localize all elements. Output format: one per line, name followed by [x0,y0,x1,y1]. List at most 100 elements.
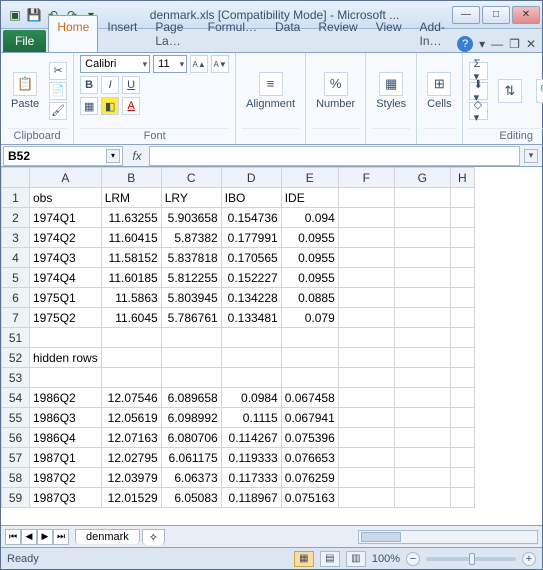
cell[interactable] [338,268,394,288]
cell[interactable] [450,208,474,228]
cell[interactable]: 0.119333 [221,448,281,468]
cell[interactable] [30,368,102,388]
row-header-5[interactable]: 5 [2,268,30,288]
sheet-nav-button-0[interactable]: ⏮ [5,529,21,545]
cell[interactable]: IBO [221,188,281,208]
help-icon[interactable]: ? [457,36,473,52]
cell[interactable]: 0.177991 [221,228,281,248]
cell[interactable] [338,348,394,368]
cell[interactable] [101,328,161,348]
format-painter-button[interactable]: 🖌 [49,102,67,120]
cell[interactable]: 5.786761 [161,308,221,328]
italic-button[interactable]: I [101,76,119,94]
cell[interactable] [338,448,394,468]
ribbon-tab-review[interactable]: Review [309,15,366,52]
cell[interactable] [101,348,161,368]
cell[interactable]: 1974Q1 [30,208,102,228]
row-header-6[interactable]: 6 [2,288,30,308]
name-box-dropdown-icon[interactable]: ▾ [106,149,120,163]
cell[interactable] [450,248,474,268]
cell[interactable]: 12.05619 [101,408,161,428]
cell[interactable] [450,308,474,328]
cell[interactable] [450,328,474,348]
cell[interactable]: 6.061175 [161,448,221,468]
number-button[interactable]: %Number [312,70,359,112]
cell[interactable] [338,188,394,208]
cell[interactable]: 0.079 [281,308,338,328]
cell[interactable]: 0.0955 [281,248,338,268]
view-normal-button[interactable]: ▦ [294,551,314,567]
cell[interactable]: 6.089658 [161,388,221,408]
cell[interactable]: 1986Q3 [30,408,102,428]
cell[interactable]: 0.0984 [221,388,281,408]
row-header-53[interactable]: 53 [2,368,30,388]
row-header-1[interactable]: 1 [2,188,30,208]
cell[interactable]: 12.03979 [101,468,161,488]
shrink-font-button[interactable]: A▼ [211,55,229,73]
column-header-G[interactable]: G [394,168,450,188]
cell[interactable]: 11.58152 [101,248,161,268]
cell[interactable]: 1975Q1 [30,288,102,308]
cell[interactable] [450,368,474,388]
cell[interactable]: 5.903658 [161,208,221,228]
cell[interactable]: 11.6045 [101,308,161,328]
cell[interactable]: 5.87382 [161,228,221,248]
cell[interactable] [394,248,450,268]
cell[interactable]: 5.837818 [161,248,221,268]
cell[interactable] [450,348,474,368]
mdi-restore-icon[interactable]: ❐ [509,37,520,51]
styles-button[interactable]: ▦Styles [372,70,410,112]
new-sheet-button[interactable]: ✧ [142,529,165,545]
cell[interactable] [394,348,450,368]
cell[interactable] [394,328,450,348]
ribbon-minimize-icon[interactable]: ▾ [479,37,485,51]
cell[interactable] [338,388,394,408]
cell[interactable] [394,448,450,468]
cell[interactable] [450,268,474,288]
cell[interactable]: 0.152227 [221,268,281,288]
save-icon[interactable]: 💾 [26,7,42,23]
sort-filter-button[interactable]: ⇅ [494,77,526,105]
cell[interactable]: 0.067458 [281,388,338,408]
font-size-select[interactable]: 11 [153,55,187,73]
cell[interactable] [221,348,281,368]
cell[interactable] [394,268,450,288]
cell[interactable]: 1974Q4 [30,268,102,288]
cell[interactable]: 0.133481 [221,308,281,328]
clear-button[interactable]: ◇ ▾ [469,102,488,120]
cell[interactable]: 12.07546 [101,388,161,408]
column-header-E[interactable]: E [281,168,338,188]
cell[interactable]: 0.094 [281,208,338,228]
cell[interactable] [394,488,450,508]
column-header-A[interactable]: A [30,168,102,188]
cell[interactable] [394,308,450,328]
cell[interactable] [450,188,474,208]
cell[interactable]: 6.05083 [161,488,221,508]
row-header-57[interactable]: 57 [2,448,30,468]
cell[interactable] [394,188,450,208]
font-color-button[interactable]: A [122,97,140,115]
cell[interactable]: 1974Q3 [30,248,102,268]
cell[interactable]: 0.114267 [221,428,281,448]
cell[interactable] [338,328,394,348]
cell[interactable]: 12.01529 [101,488,161,508]
cell[interactable] [338,408,394,428]
cell[interactable] [30,328,102,348]
alignment-button[interactable]: ≡Alignment [242,70,299,112]
grow-font-button[interactable]: A▲ [190,55,208,73]
cell[interactable] [161,368,221,388]
column-header-H[interactable]: H [450,168,474,188]
row-header-54[interactable]: 54 [2,388,30,408]
cell[interactable]: hidden rows [30,348,102,368]
formula-input[interactable] [149,146,520,166]
row-header-2[interactable]: 2 [2,208,30,228]
bold-button[interactable]: B [80,76,98,94]
cell[interactable]: obs [30,188,102,208]
cell[interactable] [338,208,394,228]
cell[interactable]: 12.07163 [101,428,161,448]
cell[interactable]: 0.0955 [281,268,338,288]
cell[interactable] [450,388,474,408]
copy-button[interactable]: 📄 [49,82,67,100]
cell[interactable] [394,288,450,308]
cell[interactable]: 0.0955 [281,228,338,248]
